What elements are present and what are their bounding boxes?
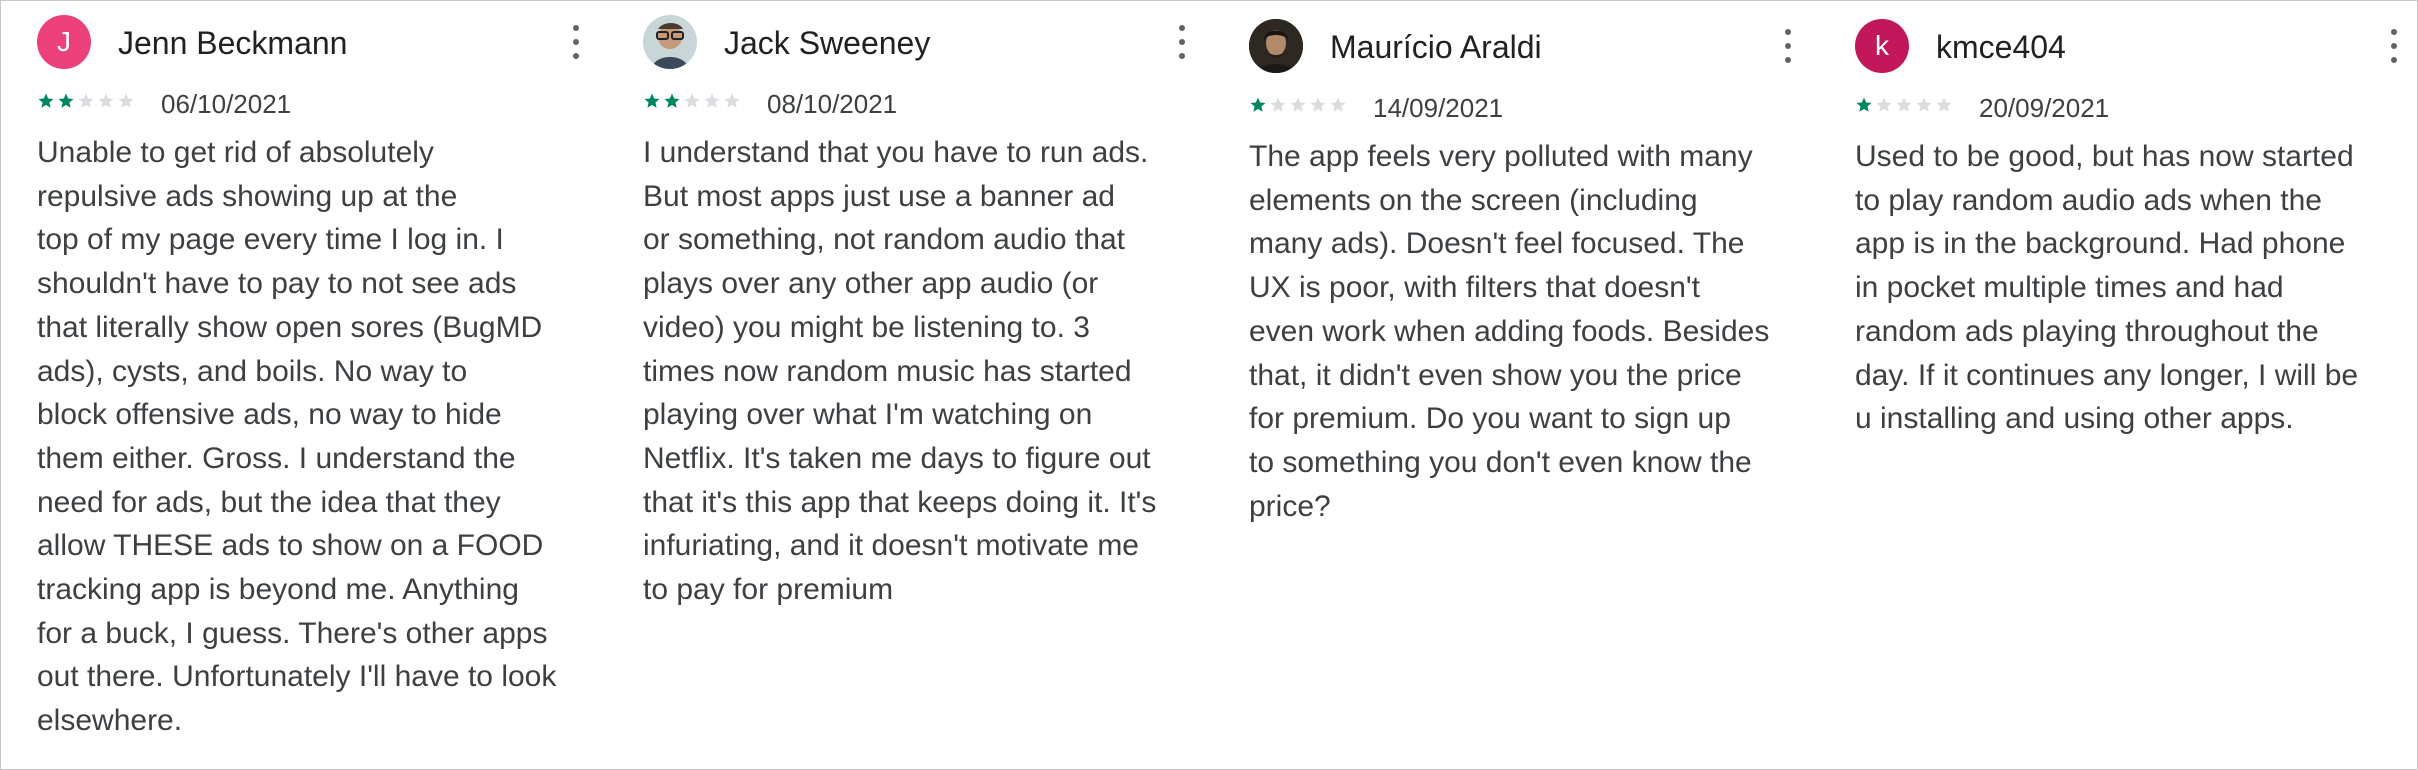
star-empty-icon (1916, 97, 1932, 112)
review-text: I understand that you have to run ads. B… (643, 136, 1157, 607)
review-header: Maurício Araldi (1249, 19, 1809, 73)
reviewer-name: Jenn Beckmann (118, 25, 348, 61)
star-filled-icon (1856, 97, 1872, 112)
star-rating (1249, 96, 1347, 114)
reviews-panel: J Jenn Beckmann 06/10/2021 Unable to get… (0, 0, 2418, 770)
star-empty-icon (1310, 97, 1326, 112)
more-options-icon[interactable] (1783, 29, 1793, 63)
star-empty-icon (704, 93, 720, 108)
star-empty-icon (98, 93, 114, 108)
star-empty-icon (1270, 97, 1286, 112)
review-card: Maurício Araldi 14/09/2021 The app feels… (1249, 19, 1809, 528)
review-meta: 14/09/2021 (1249, 93, 1809, 123)
avatar: k (1855, 19, 1909, 73)
reviewer-name: kmce404 (1936, 29, 2066, 65)
star-empty-icon (1876, 97, 1892, 112)
star-filled-icon (58, 93, 74, 108)
more-options-icon[interactable] (1177, 25, 1187, 59)
avatar-photo (1249, 19, 1303, 73)
review-date: 06/10/2021 (161, 89, 292, 119)
review-date: 20/09/2021 (1979, 93, 2110, 123)
star-rating (37, 92, 135, 110)
review-text: Unable to get rid of absolutely repulsiv… (37, 136, 557, 738)
review-meta: 08/10/2021 (643, 89, 1203, 119)
review-card: Jack Sweeney 08/10/2021 I understand tha… (643, 15, 1203, 612)
review-date: 14/09/2021 (1373, 93, 1504, 123)
star-empty-icon (724, 93, 740, 108)
star-empty-icon (684, 93, 700, 108)
avatar (1249, 19, 1303, 73)
avatar: J (37, 15, 91, 69)
star-filled-icon (1250, 97, 1266, 112)
star-empty-icon (1896, 97, 1912, 112)
avatar (643, 15, 697, 69)
star-filled-icon (38, 93, 54, 108)
review-meta: 20/09/2021 (1855, 93, 2415, 123)
star-empty-icon (1330, 97, 1346, 112)
review-header: J Jenn Beckmann (37, 15, 597, 69)
more-options-icon[interactable] (2389, 29, 2399, 63)
review-card: J Jenn Beckmann 06/10/2021 Unable to get… (37, 15, 597, 743)
star-filled-icon (644, 93, 660, 108)
review-text: Used to be good, but has now started to … (1855, 140, 2359, 436)
star-empty-icon (78, 93, 94, 108)
review-header: k kmce404 (1855, 19, 2415, 73)
review-date: 08/10/2021 (767, 89, 898, 119)
star-empty-icon (1290, 97, 1306, 112)
avatar-initial: J (57, 26, 71, 57)
review-meta: 06/10/2021 (37, 89, 597, 119)
review-card: k kmce404 20/09/2021 Used to be good, bu… (1855, 19, 2415, 441)
star-rating (643, 92, 741, 110)
star-rating (1855, 96, 1953, 114)
avatar-photo (643, 15, 697, 69)
review-text: The app feels very polluted with many el… (1249, 140, 1770, 523)
more-options-icon[interactable] (571, 25, 581, 59)
review-header: Jack Sweeney (643, 15, 1203, 69)
star-empty-icon (1936, 97, 1952, 112)
reviewer-name: Jack Sweeney (724, 25, 931, 61)
avatar-initial: k (1875, 30, 1889, 61)
reviewer-name: Maurício Araldi (1330, 29, 1542, 65)
star-empty-icon (118, 93, 134, 108)
star-filled-icon (664, 93, 680, 108)
